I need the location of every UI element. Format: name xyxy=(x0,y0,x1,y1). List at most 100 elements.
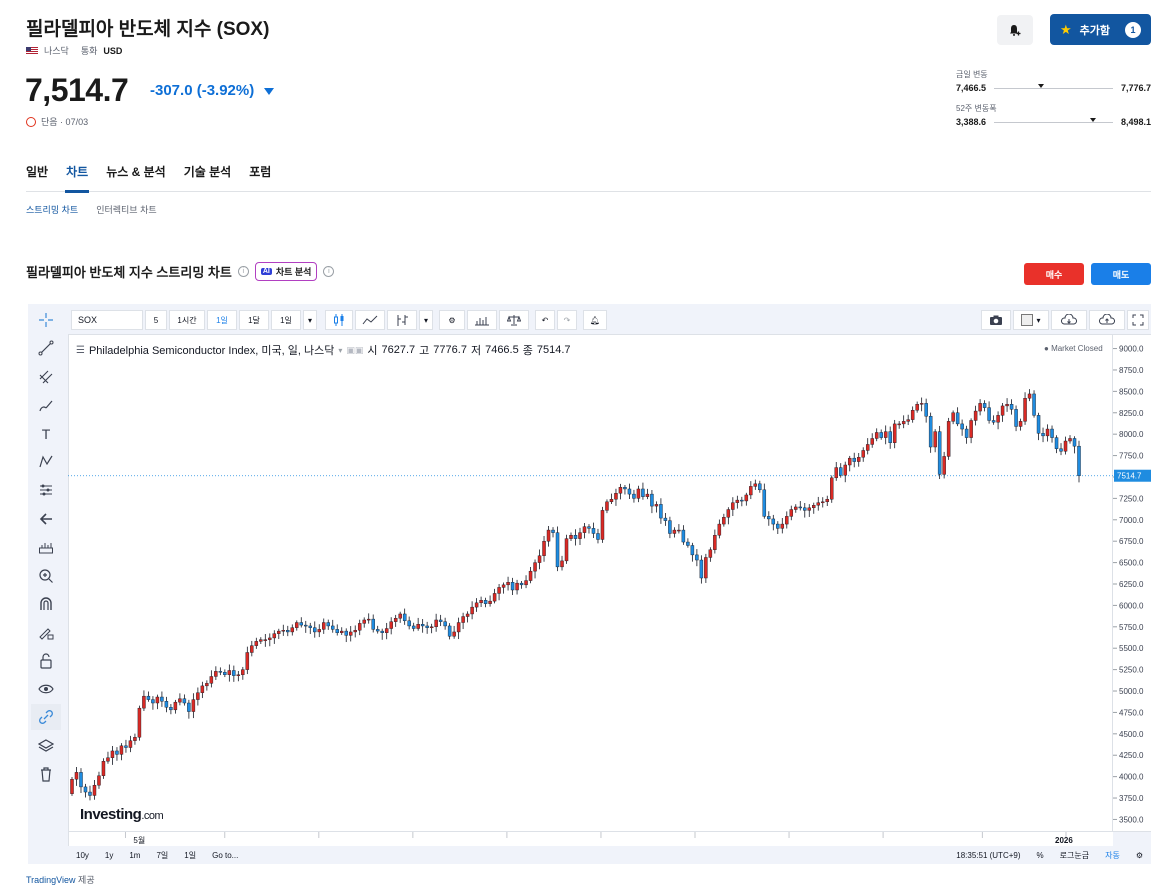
info-icon[interactable]: i xyxy=(323,266,335,277)
candle-body xyxy=(636,488,641,499)
y-tick-label: 7750.0 xyxy=(1119,452,1144,461)
range-10y[interactable]: 10y xyxy=(68,851,97,860)
main-tabs: 일반 차트 뉴스 & 분석 기술 분석 포럼 xyxy=(26,163,271,180)
candle-body xyxy=(1027,393,1032,399)
legend-settings-icon[interactable]: ▣▣ xyxy=(346,345,363,356)
goto-date[interactable]: Go to... xyxy=(204,851,246,860)
text-tool[interactable]: T xyxy=(31,421,61,447)
clock-display: 18:35:51 (UTC+9) xyxy=(956,850,1021,860)
prediction-tool[interactable] xyxy=(31,477,61,503)
log-toggle[interactable]: 로그눈금 xyxy=(1052,850,1097,861)
redo-button[interactable]: ↷ xyxy=(557,310,577,330)
candle-body xyxy=(883,431,888,438)
tab-overview[interactable]: 일반 xyxy=(26,163,48,180)
candle-body xyxy=(722,517,726,525)
subtab-streaming[interactable]: 스트리밍 차트 xyxy=(26,203,78,216)
candle-body xyxy=(281,630,286,632)
back-tool[interactable] xyxy=(31,506,61,532)
color-picker-button[interactable]: ▾ xyxy=(1013,310,1049,330)
pattern-tool[interactable] xyxy=(31,449,61,475)
settings-button[interactable]: ⚙ xyxy=(439,310,465,330)
auto-toggle[interactable]: 자동 xyxy=(1097,850,1128,861)
sell-button[interactable]: 매도 xyxy=(1091,263,1151,285)
candle-body xyxy=(142,695,146,709)
delete-tool[interactable] xyxy=(31,761,61,787)
candle-body xyxy=(542,540,546,556)
interval-1mo[interactable]: 1달 xyxy=(239,310,269,330)
candle-body xyxy=(151,699,155,704)
range-7d[interactable]: 7일 xyxy=(148,850,176,861)
candle-body xyxy=(506,582,510,586)
fullscreen-button[interactable] xyxy=(1127,310,1149,330)
candle-body xyxy=(578,532,582,539)
range-1d[interactable]: 1일 xyxy=(176,850,204,861)
tab-technical[interactable]: 기술 분석 xyxy=(184,163,232,180)
interval-1d[interactable]: 1일 xyxy=(207,310,237,330)
zoom-tool[interactable] xyxy=(31,563,61,589)
range-1y[interactable]: 1y xyxy=(97,851,121,860)
candle-body xyxy=(906,419,910,422)
interval-1h[interactable]: 1시간 xyxy=(169,310,205,330)
indicators-button[interactable] xyxy=(387,310,417,330)
interval-custom[interactable]: 1일 xyxy=(271,310,301,330)
visibility-tool[interactable] xyxy=(31,676,61,702)
candle-body xyxy=(371,618,375,630)
sync-drawing-tool[interactable] xyxy=(31,704,61,731)
studies-button[interactable] xyxy=(467,310,497,330)
candle-body xyxy=(987,407,991,421)
tab-news[interactable]: 뉴스 & 분석 xyxy=(106,163,166,180)
symbol-input[interactable]: SOX xyxy=(71,310,143,330)
brush-icon xyxy=(39,400,53,412)
brush-tool[interactable] xyxy=(31,392,61,418)
alert-button[interactable] xyxy=(997,15,1033,45)
active-tab-indicator xyxy=(65,190,89,193)
lock-drawing-tool[interactable] xyxy=(31,619,61,645)
buy-button[interactable]: 매수 xyxy=(1024,263,1084,285)
tab-chart[interactable]: 차트 xyxy=(66,163,88,180)
ai-analysis-button[interactable]: AI 차트 분석 xyxy=(254,262,318,281)
cloud-load-button[interactable] xyxy=(1051,310,1087,330)
candle-body xyxy=(83,786,88,793)
week52-range-marker xyxy=(1090,117,1097,122)
tab-forum[interactable]: 포럼 xyxy=(249,163,271,180)
range-1m[interactable]: 1m xyxy=(121,851,148,860)
indicators-dropdown[interactable]: ▾ xyxy=(419,310,433,330)
candle-body xyxy=(919,403,924,405)
chart-settings-button[interactable]: ⚙ xyxy=(1128,851,1151,860)
candle-body xyxy=(519,582,524,586)
candle-body xyxy=(70,779,74,794)
candle-body xyxy=(969,420,973,438)
measure-tool[interactable] xyxy=(31,534,61,560)
compare-scale-button[interactable] xyxy=(499,310,529,330)
layers-tool[interactable] xyxy=(31,733,61,759)
add-watchlist-label: 추가함 xyxy=(1079,24,1111,37)
add-watchlist-button[interactable]: ★ 추가함 1 xyxy=(1050,14,1151,45)
magnet-tool[interactable] xyxy=(31,591,61,617)
candle-body xyxy=(416,624,420,629)
cloud-save-button[interactable] xyxy=(1089,310,1125,330)
legend-collapse-icon[interactable]: ☰ xyxy=(76,345,85,356)
fib-tool[interactable] xyxy=(31,364,61,390)
y-tick-label: 5250.0 xyxy=(1119,666,1144,675)
candles-style-button[interactable] xyxy=(325,310,353,330)
snapshot-button[interactable] xyxy=(981,310,1011,330)
interval-dropdown[interactable]: ▾ xyxy=(303,310,317,330)
market-closed-indicator: ● Market Closed xyxy=(1044,344,1103,353)
compare-button[interactable] xyxy=(355,310,385,330)
lock-all-tool[interactable] xyxy=(31,648,61,674)
candle-body xyxy=(771,518,776,525)
alert-chart-button[interactable]: 🔔︎ xyxy=(583,310,607,330)
percent-toggle[interactable]: % xyxy=(1029,851,1052,860)
y-tick-label: 8000.0 xyxy=(1119,430,1144,439)
crosshair-tool[interactable] xyxy=(31,307,61,333)
trendline-tool[interactable] xyxy=(31,335,61,361)
candle-body xyxy=(146,695,151,700)
zoom-in-icon xyxy=(39,568,53,583)
subtab-interactive[interactable]: 인터렉티브 차트 xyxy=(96,203,156,216)
legend-dropdown-icon[interactable]: ▾ xyxy=(338,346,342,355)
info-icon[interactable]: i xyxy=(237,266,249,277)
candle-body xyxy=(1050,428,1054,438)
layers-icon xyxy=(38,739,54,752)
interval-5[interactable]: 5 xyxy=(145,310,167,330)
undo-button[interactable]: ↶ xyxy=(535,310,555,330)
